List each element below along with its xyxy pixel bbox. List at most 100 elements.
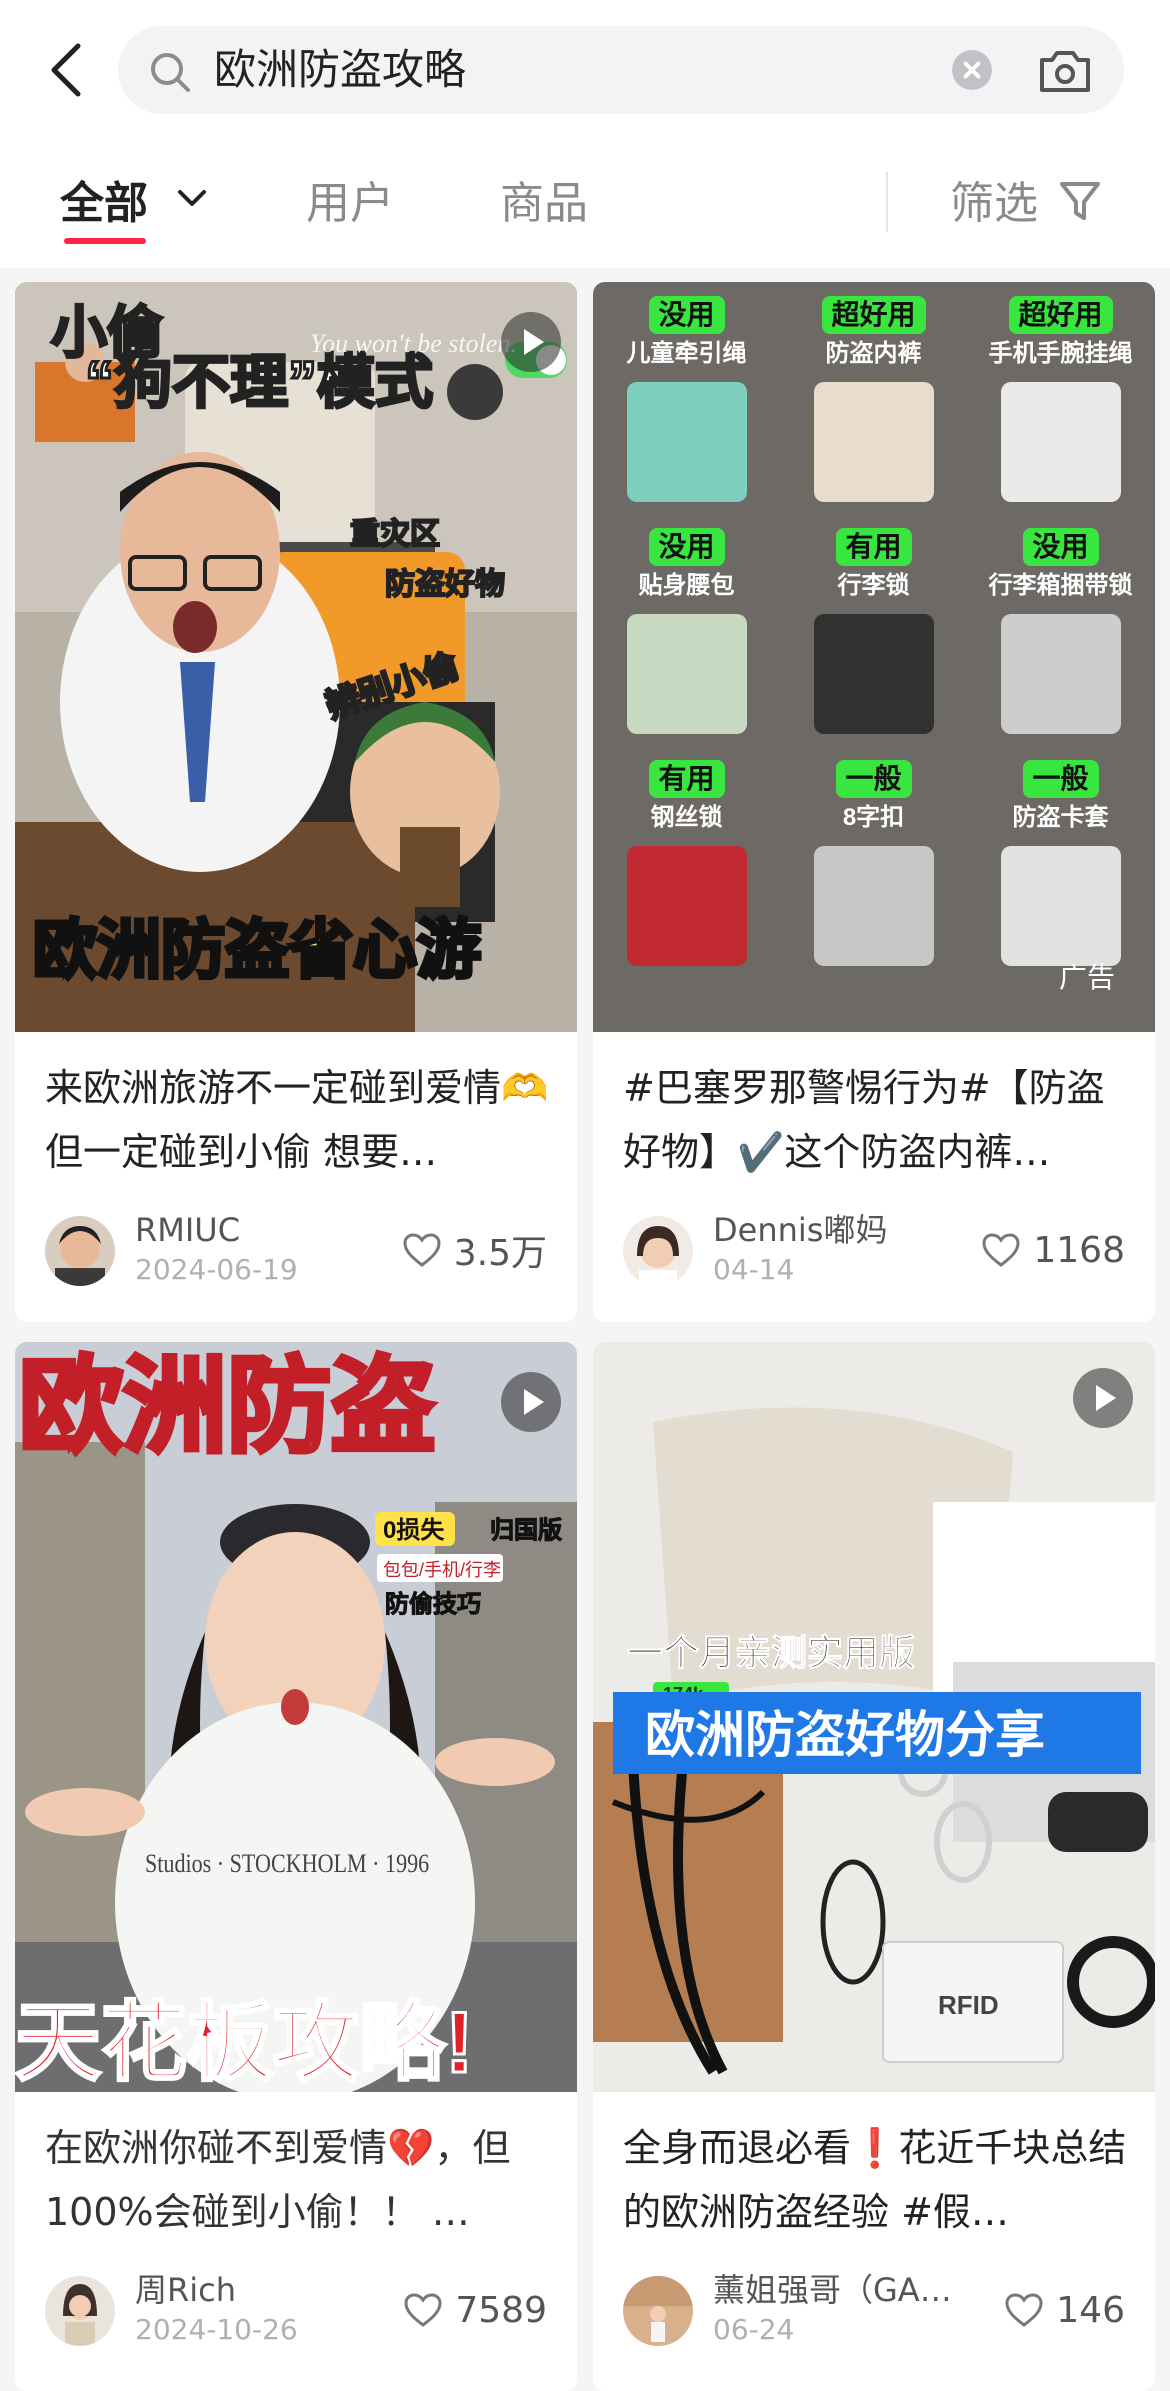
product-name: 防盗内裤 xyxy=(825,340,922,367)
product-name: 贴身腰包 xyxy=(638,572,735,599)
like-button[interactable]: 1168 xyxy=(981,1226,1125,1274)
heart-icon xyxy=(1005,2293,1043,2327)
product-rating-tag: 有用 xyxy=(835,528,912,566)
product-name: 防盗卡套 xyxy=(1012,804,1109,831)
author-name[interactable]: 薰姐强哥（GA… xyxy=(713,2270,993,2310)
product-grid-item: 没用 儿童牵引绳 xyxy=(593,296,780,528)
author-name[interactable]: RMIUC xyxy=(135,1210,415,1250)
product-photo xyxy=(1001,382,1121,502)
product-rating-tag: 超好用 xyxy=(1008,296,1113,334)
product-rating-tag: 一般 xyxy=(1022,760,1099,798)
tab-all[interactable]: 全部 xyxy=(60,174,148,234)
product-grid-item: 超好用 防盗内裤 xyxy=(780,296,967,528)
author-name[interactable]: 周Rich xyxy=(135,2270,415,2310)
like-count: 1168 xyxy=(1033,1229,1125,1271)
cover-tag-4: 防偷技巧 xyxy=(385,1590,481,1618)
clear-search-icon[interactable] xyxy=(952,50,992,90)
note-title[interactable]: 在欧洲你碰不到爱情💔，但100%会碰到小偷！！ … xyxy=(45,2116,555,2244)
cover-bottom-text: 天花板攻略! xyxy=(15,1995,474,2091)
product-rating-tag: 有用 xyxy=(648,760,725,798)
search-input[interactable]: 欧洲防盗攻略 xyxy=(214,44,466,96)
like-button[interactable]: 146 xyxy=(1004,2286,1125,2334)
note-title[interactable]: #巴塞罗那警惕行为#【防盗好物】✔️这个防盗内裤… xyxy=(623,1056,1133,1184)
heart-icon xyxy=(982,1233,1020,1267)
cover-text-line1: “狗不理”模式 xyxy=(85,350,433,415)
note-card[interactable]: 小偷 “狗不理”模式 You won't be stolen. 重灾区 防盗好物… xyxy=(15,282,577,1322)
product-grid-item: 有用 行李锁 xyxy=(780,528,967,760)
active-tab-indicator xyxy=(64,238,146,244)
product-rating-tag: 一般 xyxy=(835,760,912,798)
cover-watermark: You won't be stolen. xyxy=(310,329,517,358)
note-cover-image[interactable]: RFID 一个月亲测实用版 174k 欧洲防盗好物分享 xyxy=(593,1342,1155,2092)
avatar[interactable] xyxy=(45,2276,115,2346)
product-name: 儿童牵引绳 xyxy=(626,340,747,367)
product-grid-item: 没用 行李箱捆带锁 xyxy=(967,528,1154,760)
product-rating-tag: 没用 xyxy=(648,528,725,566)
tab-users[interactable]: 用户 xyxy=(306,174,394,234)
product-grid-item: 没用 贴身腰包 xyxy=(593,528,780,760)
product-grid-item: 有用 钢丝锁 xyxy=(593,760,780,992)
avatar[interactable] xyxy=(623,1216,693,1286)
chevron-down-icon[interactable] xyxy=(174,186,210,210)
cover-banner: 欧洲防盗省心游 xyxy=(33,914,481,986)
post-date: 06-24 xyxy=(713,2313,795,2346)
avatar[interactable] xyxy=(45,1216,115,1286)
product-name: 行李锁 xyxy=(837,572,910,599)
like-button[interactable]: 3.5万 xyxy=(402,1226,547,1274)
video-play-icon xyxy=(501,312,561,372)
like-count: 146 xyxy=(1056,2289,1125,2331)
product-photo xyxy=(814,846,934,966)
note-cover-image[interactable]: 小偷 “狗不理”模式 You won't be stolen. 重灾区 防盗好物… xyxy=(15,282,577,1032)
note-cover-image[interactable]: 没用 儿童牵引绳 超好用 防盗内裤 超好用 手机手腕挂绳 没用 贴身腰包 有用 行李锁 没用 行李箱捆… xyxy=(593,282,1155,1032)
search-bar[interactable]: 欧洲防盗攻略 xyxy=(118,26,1124,114)
ad-label: 广告 xyxy=(1058,961,1115,994)
product-rating-tag: 超好用 xyxy=(821,296,926,334)
product-photo xyxy=(814,614,934,734)
like-count: 3.5万 xyxy=(453,1233,547,1274)
camera-search-icon[interactable] xyxy=(1036,46,1094,96)
note-title[interactable]: 全身而退必看❗花近千块总结的欧洲防盗经验 #假… xyxy=(623,2116,1133,2244)
like-count: 7589 xyxy=(455,2289,547,2331)
product-photo xyxy=(1001,614,1121,734)
video-play-icon xyxy=(1073,1368,1133,1428)
post-date: 2024-06-19 xyxy=(135,1253,298,1286)
note-card[interactable]: Studios · STOCKHOLM · 1996 欧洲防盗 0损失 归国版 … xyxy=(15,1342,577,2391)
heart-icon xyxy=(404,2293,442,2327)
product-grid-item: 超好用 手机手腕挂绳 xyxy=(967,296,1154,528)
video-play-icon xyxy=(501,1372,561,1432)
back-arrow-icon[interactable] xyxy=(40,38,100,102)
tab-divider xyxy=(886,172,888,232)
post-date: 2024-10-26 xyxy=(135,2313,298,2346)
product-rating-tag: 没用 xyxy=(1022,528,1099,566)
shirt-print: Studios · STOCKHOLM · 1996 xyxy=(145,1850,429,1878)
cover-subtitle: 一个月亲测实用版 xyxy=(627,1632,915,1673)
tab-products[interactable]: 商品 xyxy=(500,174,588,234)
product-photo xyxy=(627,382,747,502)
product-photo xyxy=(814,382,934,502)
heart-icon xyxy=(403,1233,441,1267)
product-name: 手机手腕挂绳 xyxy=(988,340,1133,367)
filter-funnel-icon[interactable] xyxy=(1058,178,1102,226)
product-name: 行李箱捆带锁 xyxy=(988,572,1133,599)
avatar[interactable] xyxy=(623,2276,693,2346)
cover-bullet-1: 重灾区 xyxy=(350,517,440,551)
cover-bullet-2: 防盗好物 xyxy=(385,568,505,601)
filter-button[interactable]: 筛选 xyxy=(950,174,1038,234)
cover-headline: 欧洲防盗 xyxy=(19,1349,435,1465)
cover-banner: 欧洲防盗好物分享 xyxy=(645,1707,1045,1763)
product-name: 8字扣 xyxy=(842,804,905,831)
product-photo xyxy=(1001,846,1121,966)
product-photo xyxy=(627,846,747,966)
like-button[interactable]: 7589 xyxy=(403,2286,547,2334)
note-title[interactable]: 来欧洲旅游不一定碰到爱情🫶但一定碰到小偷 想要… xyxy=(45,1056,555,1184)
post-date: 04-14 xyxy=(713,1253,795,1286)
product-name: 钢丝锁 xyxy=(650,804,723,831)
author-name[interactable]: Dennis嘟妈 xyxy=(713,1210,993,1250)
cover-tag-1: 0损失 xyxy=(383,1517,445,1544)
rfid-label: RFID xyxy=(938,1990,999,2020)
note-card[interactable]: 没用 儿童牵引绳 超好用 防盗内裤 超好用 手机手腕挂绳 没用 贴身腰包 有用 行李锁 没用 行李箱捆… xyxy=(593,282,1155,1322)
note-card[interactable]: RFID 一个月亲测实用版 174k 欧洲防盗好物分享 全身而退必看❗花近千块总… xyxy=(593,1342,1155,2391)
cover-tag-3: 包包/手机/行李 xyxy=(383,1560,501,1580)
search-icon xyxy=(151,53,190,92)
note-cover-image[interactable]: Studios · STOCKHOLM · 1996 欧洲防盗 0损失 归国版 … xyxy=(15,1342,577,2092)
